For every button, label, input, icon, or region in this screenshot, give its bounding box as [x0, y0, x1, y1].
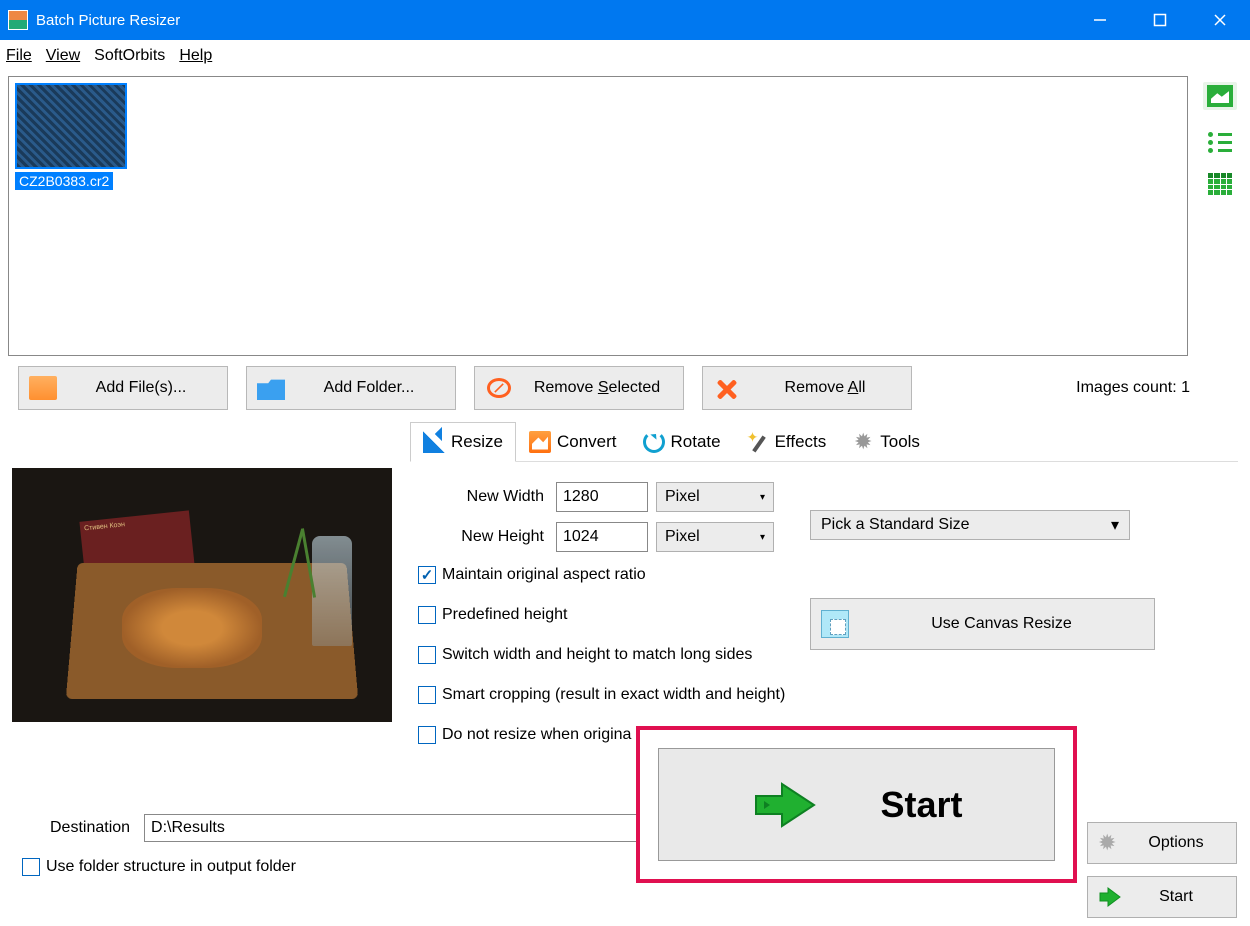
- options-label: Options: [1126, 834, 1226, 852]
- gear-icon: [1098, 832, 1122, 854]
- maintain-ratio-checkbox[interactable]: [418, 566, 436, 584]
- start-label: Start: [1126, 888, 1226, 906]
- canvas-icon: [821, 610, 849, 638]
- thumbnails-area[interactable]: CZ2B0383.cr2: [8, 76, 1188, 356]
- folder-structure-label: Use folder structure in output folder: [46, 858, 296, 876]
- standard-size-value: Pick a Standard Size: [821, 516, 970, 534]
- tab-effects-label: Effects: [775, 432, 827, 452]
- switch-wh-checkbox[interactable]: [418, 646, 436, 664]
- view-list-button[interactable]: [1203, 126, 1237, 154]
- thumbnail-item[interactable]: CZ2B0383.cr2: [15, 83, 135, 191]
- new-width-label: New Width: [418, 488, 544, 506]
- maintain-ratio-label: Maintain original aspect ratio: [442, 566, 646, 584]
- menu-help[interactable]: Help: [179, 47, 212, 65]
- width-unit-select[interactable]: Pixel ▾: [656, 482, 774, 512]
- titlebar: Batch Picture Resizer: [0, 0, 1250, 40]
- preview-pane: Стивен Коэн: [12, 422, 402, 762]
- destination-label: Destination: [50, 819, 130, 837]
- new-width-input[interactable]: [556, 482, 648, 512]
- tab-resize[interactable]: Resize: [410, 422, 516, 462]
- action-bar: Add File(s)... Add Folder... Remove Sele…: [0, 360, 1250, 416]
- view-thumbnails-button[interactable]: [1203, 82, 1237, 110]
- window-title: Batch Picture Resizer: [36, 12, 180, 29]
- tab-convert-label: Convert: [557, 432, 617, 452]
- tab-convert[interactable]: Convert: [516, 422, 630, 461]
- effects-icon: [747, 431, 769, 453]
- options-button[interactable]: Options: [1087, 822, 1237, 864]
- view-details-button[interactable]: [1203, 170, 1237, 198]
- canvas-resize-button[interactable]: Use Canvas Resize: [810, 598, 1155, 650]
- remove-all-button[interactable]: Remove All: [702, 366, 912, 410]
- thumbnails-icon: [1207, 85, 1233, 107]
- maximize-button[interactable]: [1130, 0, 1190, 40]
- resize-icon: [423, 431, 445, 453]
- view-mode-buttons: [1198, 76, 1242, 198]
- width-unit-value: Pixel: [665, 488, 700, 506]
- remove-selected-label: Remove Selected: [521, 379, 673, 397]
- tab-tools[interactable]: Tools: [839, 422, 933, 461]
- image-file-icon: [29, 376, 57, 400]
- new-height-label: New Height: [418, 528, 544, 546]
- tab-rotate[interactable]: Rotate: [630, 422, 734, 461]
- no-resize-label: Do not resize when origina: [442, 726, 631, 744]
- minimize-button[interactable]: [1070, 0, 1130, 40]
- start-highlight-overlay: Start: [636, 726, 1077, 883]
- menu-view[interactable]: View: [46, 47, 80, 65]
- add-files-button[interactable]: Add File(s)...: [18, 366, 228, 410]
- app-icon: [8, 10, 28, 30]
- predefined-height-checkbox[interactable]: [418, 606, 436, 624]
- close-button[interactable]: [1190, 0, 1250, 40]
- convert-icon: [529, 431, 551, 453]
- tabs-bar: Resize Convert Rotate Effects Tools: [410, 422, 1238, 462]
- folder-icon: [257, 376, 285, 400]
- canvas-resize-label: Use Canvas Resize: [859, 615, 1144, 633]
- smart-crop-label: Smart cropping (result in exact width an…: [442, 686, 785, 704]
- switch-wh-label: Switch width and height to match long si…: [442, 646, 752, 664]
- chevron-down-icon: ▾: [760, 532, 765, 543]
- tab-resize-label: Resize: [451, 432, 503, 452]
- menubar: File View SoftOrbits Help: [0, 40, 1250, 72]
- height-unit-select[interactable]: Pixel ▾: [656, 522, 774, 552]
- menu-file[interactable]: File: [6, 47, 32, 65]
- tools-icon: [852, 431, 874, 453]
- remove-selected-button[interactable]: Remove Selected: [474, 366, 684, 410]
- standard-size-select[interactable]: Pick a Standard Size ▾: [810, 510, 1130, 540]
- big-start-button[interactable]: Start: [658, 748, 1055, 861]
- remove-all-label: Remove All: [749, 379, 901, 397]
- destination-input[interactable]: [144, 814, 704, 842]
- thumbnail-filename: CZ2B0383.cr2: [15, 172, 113, 190]
- thumbnail-image: [15, 83, 127, 169]
- add-files-label: Add File(s)...: [65, 379, 217, 397]
- menu-softorbits[interactable]: SoftOrbits: [94, 47, 165, 65]
- start-arrow-icon: [750, 780, 820, 830]
- tab-effects[interactable]: Effects: [734, 422, 840, 461]
- chevron-down-icon: ▾: [1111, 515, 1119, 535]
- start-button[interactable]: Start: [1087, 876, 1237, 918]
- add-folder-button[interactable]: Add Folder...: [246, 366, 456, 410]
- preview-image: Стивен Коэн: [12, 468, 392, 722]
- big-start-label: Start: [880, 784, 962, 826]
- details-icon: [1208, 173, 1232, 195]
- images-count: Images count: 1: [1076, 379, 1240, 397]
- height-unit-value: Pixel: [665, 528, 700, 546]
- no-resize-checkbox[interactable]: [418, 726, 436, 744]
- bottom-right-buttons: Options Start: [1087, 822, 1237, 918]
- tab-rotate-label: Rotate: [671, 432, 721, 452]
- add-folder-label: Add Folder...: [293, 379, 445, 397]
- smart-crop-checkbox[interactable]: [418, 686, 436, 704]
- remove-icon: [485, 376, 513, 400]
- predefined-height-label: Predefined height: [442, 606, 567, 624]
- tab-tools-label: Tools: [880, 432, 920, 452]
- remove-all-icon: [713, 376, 741, 400]
- chevron-down-icon: ▾: [760, 492, 765, 503]
- rotate-icon: [643, 431, 665, 453]
- folder-structure-checkbox[interactable]: [22, 858, 40, 876]
- list-icon: [1208, 129, 1232, 151]
- start-arrow-icon: [1098, 886, 1122, 908]
- new-height-input[interactable]: [556, 522, 648, 552]
